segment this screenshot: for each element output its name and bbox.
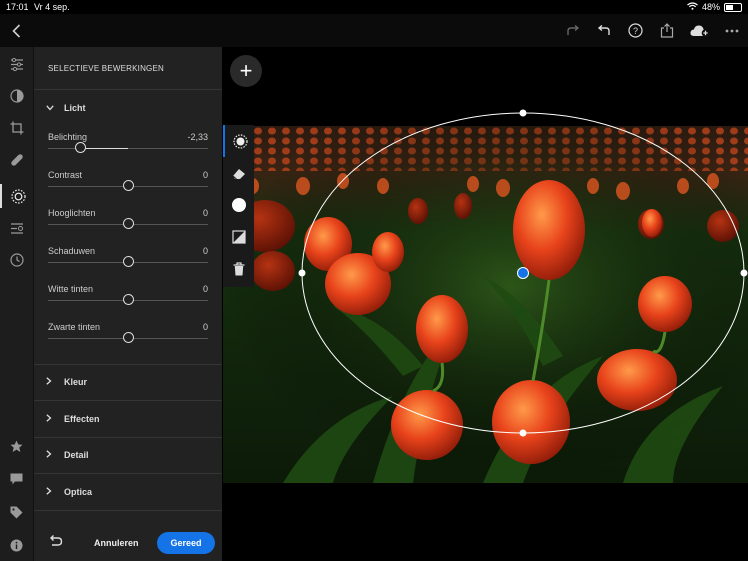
more-icon[interactable] bbox=[722, 14, 742, 47]
selective-edits-panel: SELECTIEVE BEWERKINGEN Licht Belichting … bbox=[34, 47, 222, 561]
slider-belichting[interactable]: Belichting -2,33 bbox=[48, 132, 208, 162]
slider-label: Contrast bbox=[48, 170, 83, 180]
section-optica[interactable]: Optica bbox=[46, 487, 92, 497]
status-right: 48% bbox=[687, 2, 742, 12]
slider-label: Hooglichten bbox=[48, 208, 96, 218]
mask-circle-icon[interactable] bbox=[223, 189, 254, 221]
share-icon[interactable] bbox=[657, 14, 677, 47]
star-icon[interactable] bbox=[0, 434, 33, 458]
battery-percent: 48% bbox=[701, 2, 720, 12]
section-kleur[interactable]: Kleur bbox=[46, 377, 87, 387]
divider bbox=[34, 400, 222, 401]
slider-contrast[interactable]: Contrast 0 bbox=[48, 170, 208, 200]
svg-text:?: ? bbox=[632, 26, 637, 36]
chevron-down-icon bbox=[46, 104, 54, 113]
chevron-right-icon bbox=[46, 377, 54, 387]
radial-mask-overlay[interactable] bbox=[223, 47, 748, 561]
divider bbox=[34, 510, 222, 511]
slider-thumb[interactable] bbox=[74, 142, 86, 153]
panel-title: SELECTIEVE BEWERKINGEN bbox=[48, 64, 164, 73]
slider-thumb[interactable] bbox=[122, 332, 134, 343]
crop-icon[interactable] bbox=[0, 116, 33, 140]
chevron-right-icon bbox=[46, 414, 54, 424]
healing-icon[interactable] bbox=[0, 148, 33, 172]
section-detail[interactable]: Detail bbox=[46, 450, 89, 460]
mask-handle-bottom bbox=[519, 429, 527, 437]
history-icon[interactable] bbox=[0, 248, 33, 272]
selective-icon[interactable] bbox=[0, 184, 35, 208]
add-mask-button[interactable]: + bbox=[230, 55, 262, 87]
redo-icon[interactable] bbox=[563, 14, 583, 47]
slider-label: Witte tinten bbox=[48, 284, 94, 294]
section-label: Detail bbox=[64, 450, 89, 460]
slider-label: Zwarte tinten bbox=[48, 322, 101, 332]
slider-thumb[interactable] bbox=[122, 256, 134, 267]
undo-icon[interactable] bbox=[594, 14, 614, 47]
slider-value: -2,33 bbox=[187, 132, 208, 142]
tag-icon[interactable] bbox=[0, 500, 33, 524]
slider-value: 0 bbox=[202, 284, 208, 294]
slider-witte-tinten[interactable]: Witte tinten 0 bbox=[48, 284, 208, 314]
wifi-icon bbox=[687, 2, 698, 12]
divider bbox=[34, 473, 222, 474]
section-label: Optica bbox=[64, 487, 93, 497]
section-effecten[interactable]: Effecten bbox=[46, 414, 100, 424]
mask-tool-strip bbox=[223, 125, 254, 287]
slider-thumb[interactable] bbox=[122, 218, 134, 229]
photo-canvas[interactable]: + bbox=[223, 47, 748, 561]
comment-icon[interactable] bbox=[0, 467, 33, 491]
info-icon[interactable] bbox=[0, 533, 33, 557]
slider-value: 0 bbox=[202, 170, 208, 180]
slider-track[interactable] bbox=[48, 148, 208, 149]
invert-mask-icon[interactable] bbox=[223, 221, 254, 253]
reset-icon[interactable] bbox=[48, 534, 63, 549]
chevron-right-icon bbox=[46, 487, 54, 497]
slider-value: 0 bbox=[202, 208, 208, 218]
section-label: Licht bbox=[64, 103, 86, 113]
done-button[interactable]: Gereed bbox=[157, 532, 215, 554]
slider-label: Belichting bbox=[48, 132, 88, 142]
cloud-sync-icon[interactable] bbox=[688, 14, 712, 47]
mask-handle-left bbox=[298, 269, 306, 277]
slider-value: 0 bbox=[202, 246, 208, 256]
section-licht[interactable]: Licht bbox=[46, 103, 86, 113]
trash-icon[interactable] bbox=[223, 253, 254, 285]
status-time: 17:01 bbox=[6, 2, 29, 12]
slider-thumb[interactable] bbox=[122, 180, 134, 191]
versions-icon[interactable] bbox=[0, 216, 33, 240]
slider-value: 0 bbox=[202, 322, 208, 332]
radial-gradient-tool-icon[interactable] bbox=[223, 125, 256, 157]
edit-sliders-icon[interactable] bbox=[0, 52, 33, 76]
help-icon[interactable]: ? bbox=[625, 14, 645, 47]
slider-thumb[interactable] bbox=[122, 294, 134, 305]
chevron-right-icon bbox=[46, 450, 54, 460]
presets-icon[interactable] bbox=[0, 84, 33, 108]
status-bar: 17:01 Vr 4 sep. 48% bbox=[0, 0, 748, 14]
mask-handle-top bbox=[519, 109, 527, 117]
eraser-icon[interactable] bbox=[223, 157, 254, 189]
back-chevron-icon[interactable] bbox=[6, 14, 26, 47]
tool-rail bbox=[0, 47, 34, 561]
status-date: Vr 4 sep. bbox=[34, 2, 70, 12]
slider-label: Schaduwen bbox=[48, 246, 96, 256]
divider bbox=[34, 89, 222, 90]
panel-footer: Annuleren Gereed bbox=[34, 520, 222, 561]
top-toolbar: ? bbox=[0, 14, 748, 47]
divider bbox=[34, 437, 222, 438]
slider-schaduwen[interactable]: Schaduwen 0 bbox=[48, 246, 208, 276]
divider bbox=[34, 364, 222, 365]
section-label: Effecten bbox=[64, 414, 100, 424]
mask-center-pin bbox=[517, 267, 529, 279]
battery-icon bbox=[724, 2, 742, 12]
slider-zwarte-tinten[interactable]: Zwarte tinten 0 bbox=[48, 322, 208, 352]
slider-fill bbox=[80, 148, 128, 149]
slider-hooglichten[interactable]: Hooglichten 0 bbox=[48, 208, 208, 238]
mask-handle-right bbox=[740, 269, 748, 277]
section-label: Kleur bbox=[64, 377, 88, 387]
cancel-button[interactable]: Annuleren bbox=[94, 538, 139, 548]
